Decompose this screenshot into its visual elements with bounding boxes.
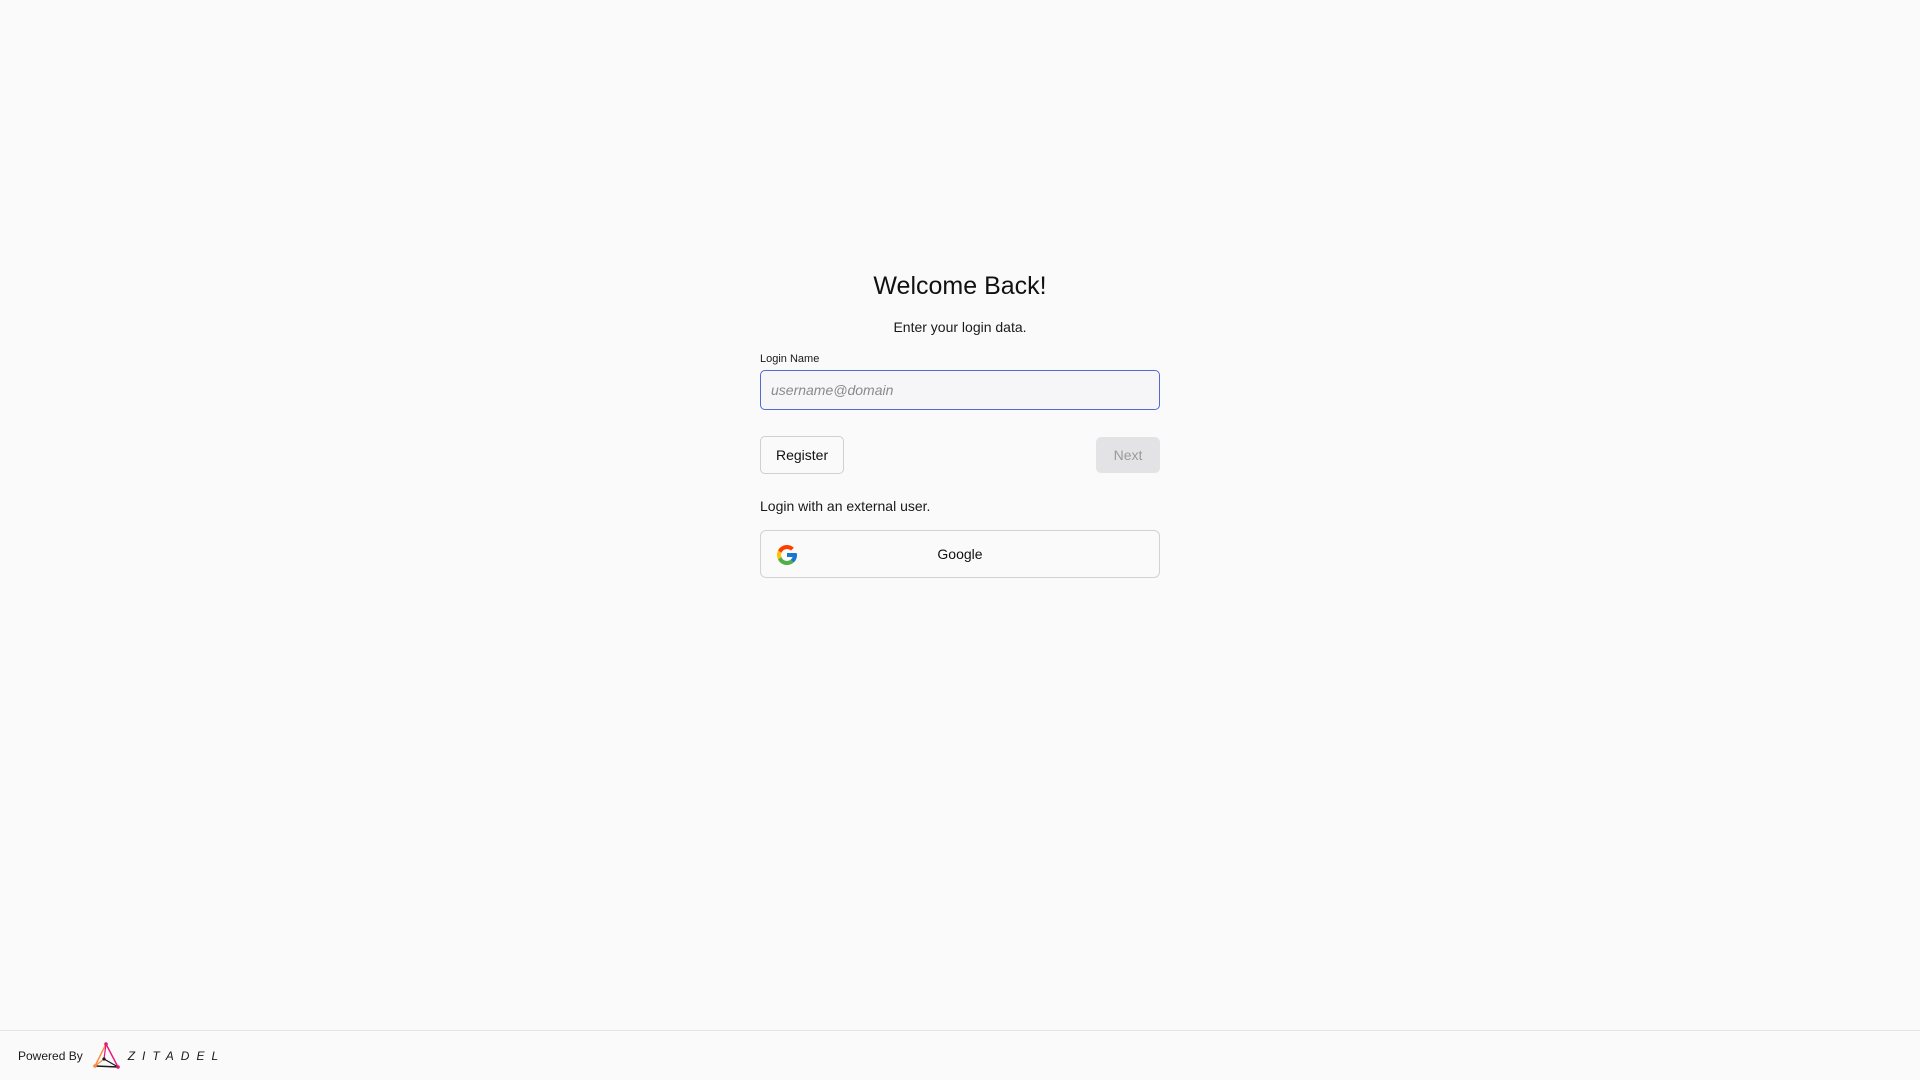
zitadel-wordmark: ZITADEL [127,1048,226,1063]
register-button[interactable]: Register [760,436,845,474]
login-page: Welcome Back! Enter your login data. Log… [0,0,1920,1080]
powered-by-text: Powered By [18,1048,83,1063]
login-name-input[interactable] [760,370,1160,410]
google-login-button[interactable]: Google [760,530,1160,578]
google-icon [777,545,797,565]
zitadel-logo[interactable]: ZITADEL [91,1041,225,1071]
form-actions: Register Next [760,436,1160,474]
login-card: Welcome Back! Enter your login data. Log… [760,266,1160,578]
next-button[interactable]: Next [1096,437,1160,473]
footer: Powered By ZITADEL [0,1030,1920,1080]
login-name-label: Login Name [760,353,820,365]
external-login-label: Login with an external user. [760,498,931,514]
zitadel-logo-icon [92,1041,120,1069]
google-button-label: Google [937,546,983,562]
page-subtitle: Enter your login data. [893,319,1027,335]
page-title: Welcome Back! [873,272,1047,300]
